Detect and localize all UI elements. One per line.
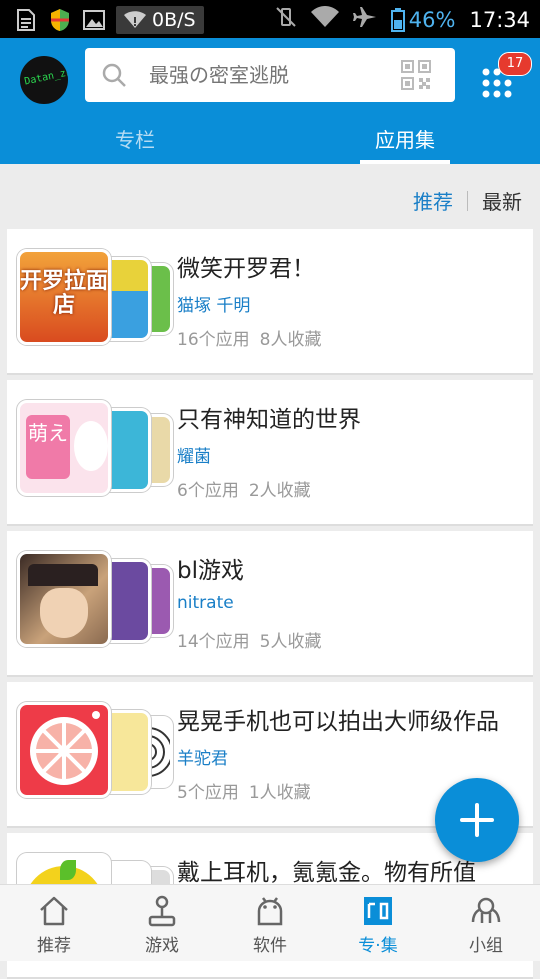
battery-icon xyxy=(390,7,405,32)
speed-text: 0B/S xyxy=(152,9,196,31)
app-icon-stack xyxy=(17,551,173,651)
android-icon xyxy=(257,897,283,926)
app-icon xyxy=(17,702,111,798)
plus-icon xyxy=(460,803,494,837)
card-author-link[interactable]: nitrate xyxy=(177,593,234,613)
header-tabs: 专栏 应用集 xyxy=(0,116,540,164)
collection-card[interactable]: 开罗拉面店 微笑开罗君！ 猫塚 千明 16个应用 8人收藏 xyxy=(7,229,533,375)
collection-card[interactable]: 萌え 只有神知道的世界 耀菌 6个应用 2人收藏 xyxy=(7,380,533,526)
active-tab-indicator xyxy=(360,160,450,164)
app-icon xyxy=(17,551,111,647)
app-icon: 开罗拉面店 xyxy=(17,249,111,345)
nav-label: 推荐 xyxy=(37,936,71,956)
card-author-link[interactable]: 羊驼君 xyxy=(177,744,228,769)
card-stats: 5个应用 1人收藏 xyxy=(177,778,321,803)
nav-item-groups[interactable]: 小组 xyxy=(432,885,540,961)
face-icon xyxy=(74,421,108,471)
joystick-icon xyxy=(148,895,176,927)
wifi-alert-icon xyxy=(124,11,146,28)
wifi-icon xyxy=(310,6,339,33)
collection-card[interactable]: bl游戏 nitrate 14个应用 5人收藏 xyxy=(7,531,533,677)
grapefruit-camera-icon xyxy=(30,711,100,785)
card-title: 戴上耳机，氪氪金。物有所值 xyxy=(177,860,476,886)
favorite-count: 2人收藏 xyxy=(248,481,311,501)
battery-percent: 46% xyxy=(408,7,456,32)
bottom-navigation: 推荐 游戏 软件 专·集 小组 xyxy=(0,884,540,961)
tab-app-collections[interactable]: 应用集 xyxy=(375,124,435,153)
nav-item-software[interactable]: 软件 xyxy=(216,885,324,961)
app-icon-label: 萌え xyxy=(26,415,70,479)
collection-icon xyxy=(364,897,392,925)
card-stats: 16个应用 8人收藏 xyxy=(177,325,331,350)
app-count: 14个应用 xyxy=(177,632,250,652)
leaf-icon xyxy=(60,860,76,880)
tab-columns[interactable]: 专栏 xyxy=(115,124,155,153)
avatar[interactable]: Datan_zhh xyxy=(18,54,70,106)
favorite-count: 8人收藏 xyxy=(259,330,322,350)
nav-item-recommend[interactable]: 推荐 xyxy=(0,885,108,961)
nav-item-collections[interactable]: 专·集 xyxy=(324,885,432,961)
app-icon-stack: 开罗拉面店 xyxy=(17,249,173,349)
card-title: 晃晃手机也可以拍出大师级作品 xyxy=(177,709,499,735)
card-stats: 14个应用 5人收藏 xyxy=(177,627,331,652)
app-count: 6个应用 xyxy=(177,481,239,501)
notification-badge: 17 xyxy=(498,52,532,76)
add-collection-button[interactable] xyxy=(435,778,519,862)
qr-scan-icon[interactable] xyxy=(401,60,431,90)
card-title: 只有神知道的世界 xyxy=(177,407,361,433)
document-icon xyxy=(14,8,38,32)
character-face-icon xyxy=(40,588,88,638)
shield-icon xyxy=(48,8,72,32)
search-input[interactable] xyxy=(147,48,391,104)
avatar-text: Datan_zhh xyxy=(23,65,70,88)
home-icon xyxy=(40,896,68,926)
card-stats: 6个应用 2人收藏 xyxy=(177,476,321,501)
app-icon-stack: 萌え xyxy=(17,400,173,500)
card-title: 微笑开罗君！ xyxy=(177,256,315,282)
image-icon xyxy=(82,8,106,32)
sort-recommended-button[interactable]: 推荐 xyxy=(413,186,453,215)
clock: 17:34 xyxy=(469,7,530,32)
sort-divider xyxy=(467,190,468,211)
app-count: 16个应用 xyxy=(177,330,250,350)
character-hat-icon xyxy=(28,564,98,586)
card-author-link[interactable]: 猫塚 千明 xyxy=(177,291,250,316)
app-header: Datan_zhh 17 专栏 应用集 xyxy=(0,38,540,164)
sort-toggle: 推荐 最新 xyxy=(413,186,522,215)
sort-newest-button[interactable]: 最新 xyxy=(482,186,522,215)
card-author-link[interactable]: 耀菌 xyxy=(177,442,211,467)
nav-label: 小组 xyxy=(469,936,503,956)
airplane-icon xyxy=(352,6,377,33)
app-icon-label: 开罗拉面店 xyxy=(20,269,109,318)
nav-label: 游戏 xyxy=(145,936,179,956)
status-bar: 0B/S 46% 17:34 xyxy=(0,0,540,38)
network-speed-indicator: 0B/S xyxy=(116,6,204,34)
nav-item-games[interactable]: 游戏 xyxy=(108,885,216,961)
app-icon: 萌え xyxy=(17,400,111,496)
card-title: bl游戏 xyxy=(177,558,244,584)
app-icon-stack xyxy=(17,702,173,802)
vibrate-off-icon xyxy=(275,6,297,33)
nav-label: 软件 xyxy=(253,936,287,956)
search-box[interactable] xyxy=(85,48,455,104)
favorite-count: 5人收藏 xyxy=(259,632,322,652)
group-icon xyxy=(471,897,501,923)
app-count: 5个应用 xyxy=(177,783,239,803)
nav-label: 专·集 xyxy=(358,936,398,956)
favorite-count: 1人收藏 xyxy=(248,783,311,803)
search-icon xyxy=(102,63,126,87)
